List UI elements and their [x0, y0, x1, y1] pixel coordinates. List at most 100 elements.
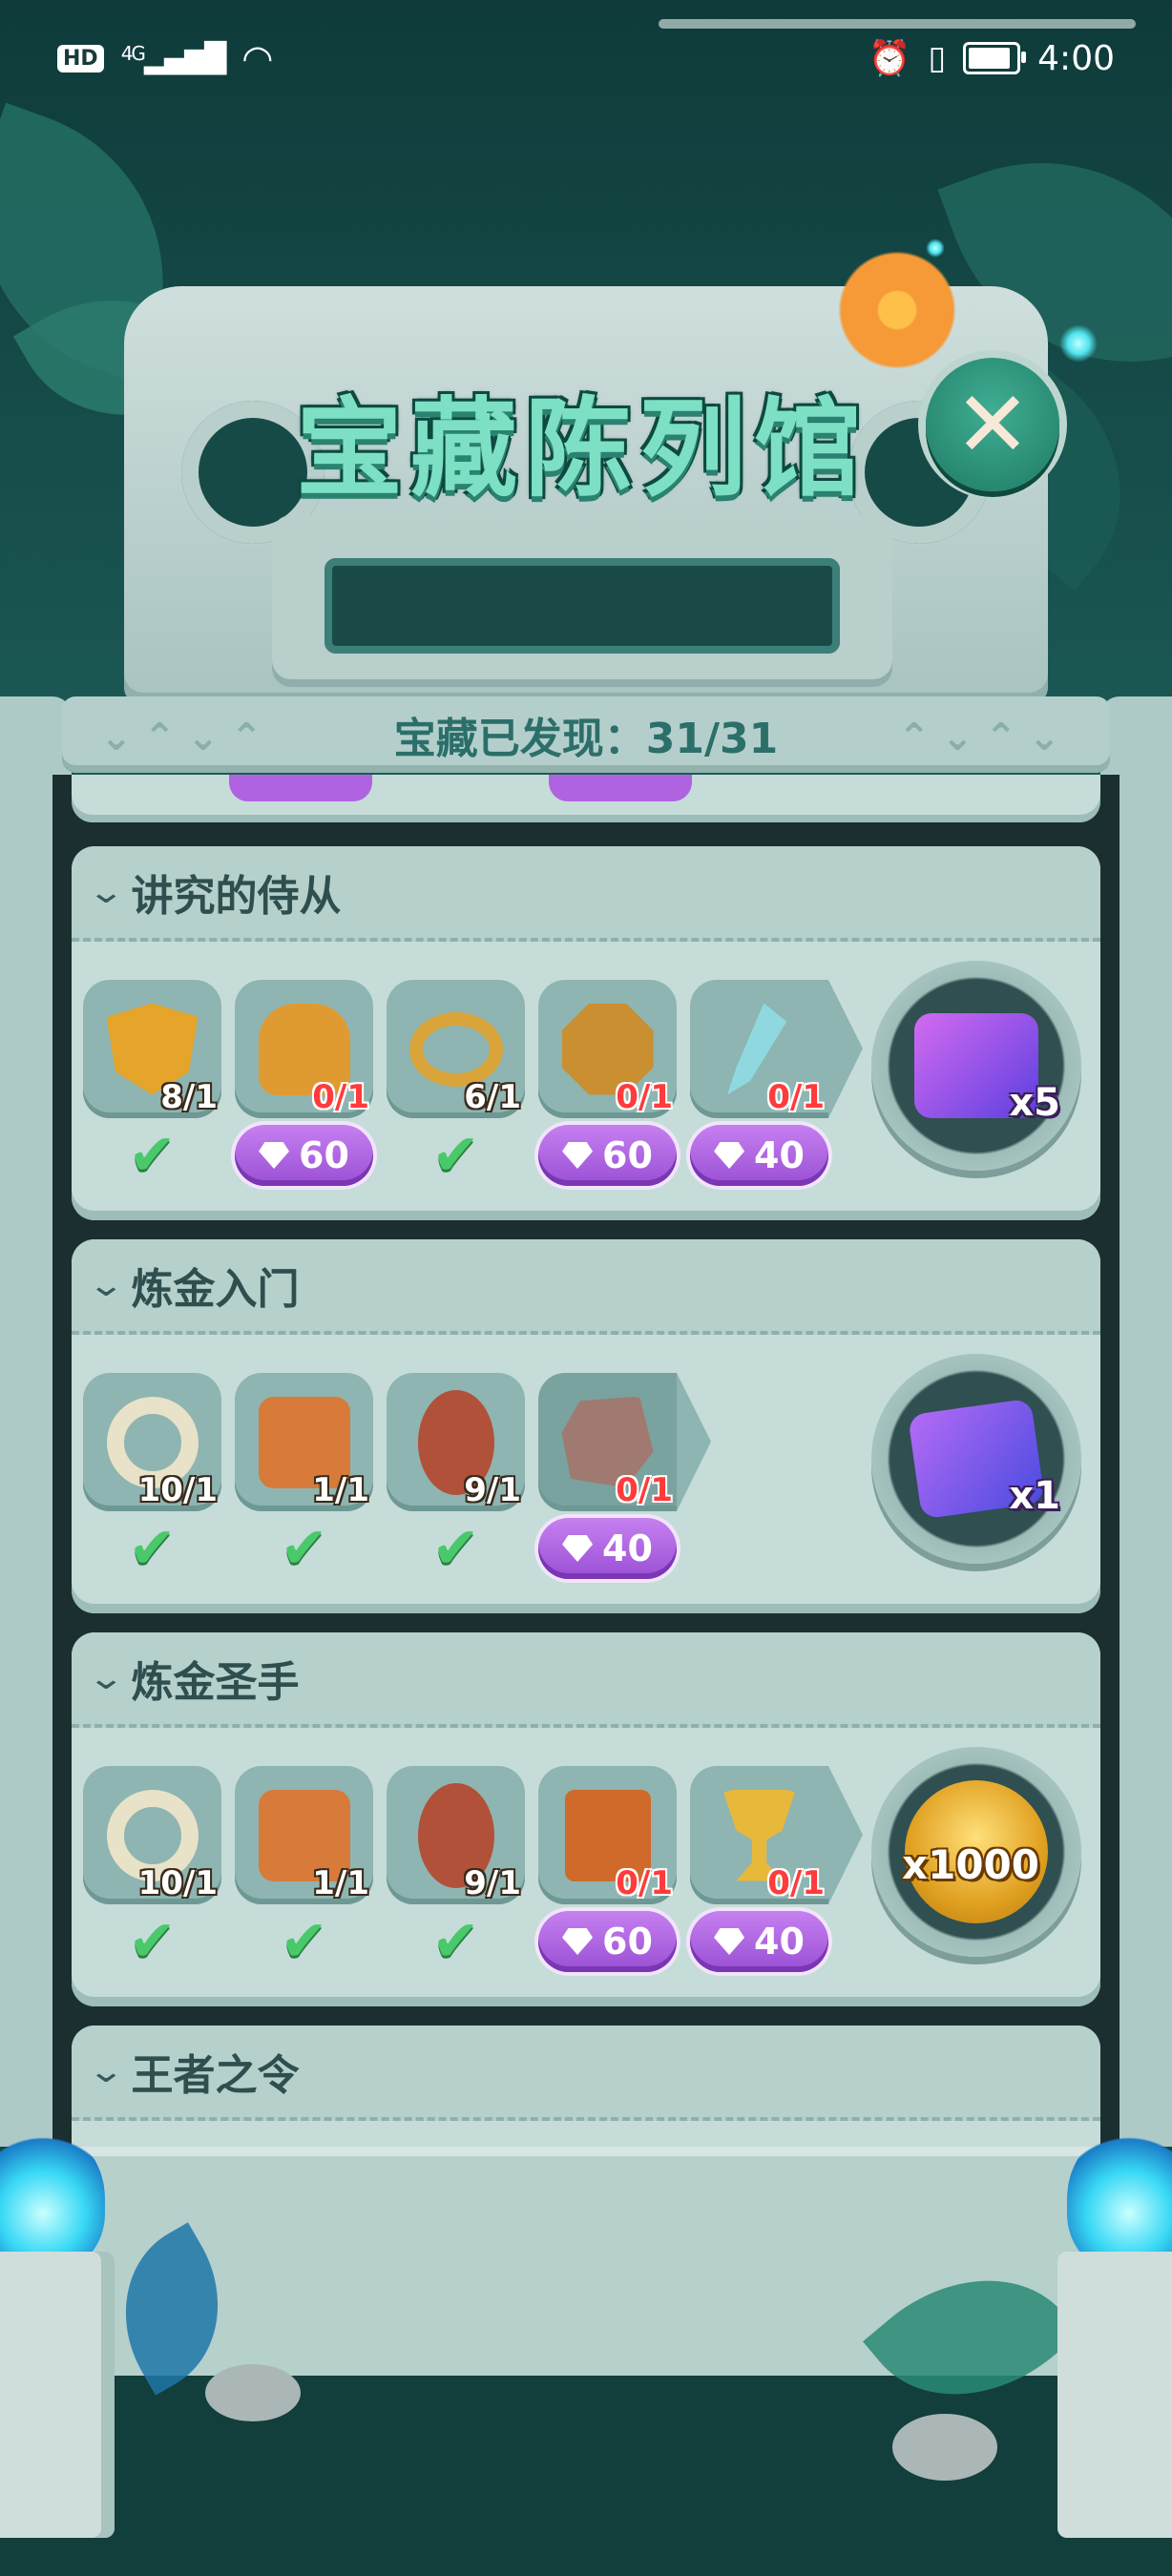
status-bar-left: HD 4G▂▄▆█ ◠ — [57, 37, 273, 79]
rock-decoration — [205, 2364, 301, 2421]
collection-card: ⌄ 炼金圣手 10/1 ✔ 1/1 ✔ 9/1 ✔ 0/1 60 0/1 40 — [72, 1632, 1100, 2006]
vibrate-icon: ▯ — [928, 39, 947, 77]
card-title: 讲究的侍从 — [131, 872, 342, 921]
chevron-decoration: ⌃⌄⌃⌄ — [897, 716, 1072, 759]
alarm-icon: ⏰ — [868, 39, 911, 78]
stone-pillar — [0, 2252, 115, 2538]
gem-icon — [562, 1142, 594, 1169]
stone-plaque — [272, 515, 892, 687]
item-count: 8/1 — [160, 1078, 218, 1116]
card-header[interactable]: ⌄ 炼金入门 — [72, 1239, 1100, 1335]
item-status: ✔ — [387, 1908, 525, 1975]
item-tile: 8/1 — [83, 980, 221, 1118]
reward-quantity: x5 — [1009, 1081, 1060, 1125]
item-count: 1/1 — [312, 1471, 369, 1509]
chevron-down-icon: ⌄ — [87, 873, 126, 911]
treasure-item[interactable]: 0/1 40 — [690, 1766, 863, 1975]
reward-quantity: x1000 — [902, 1841, 1039, 1888]
ground-decoration — [0, 2376, 1172, 2576]
section-reward[interactable]: x5 — [871, 961, 1081, 1171]
clock-time: 4:00 — [1037, 38, 1115, 78]
treasure-item[interactable]: 0/1 40 — [538, 1373, 711, 1582]
item-status: ✔ — [387, 1515, 525, 1582]
item-tile: 0/1 — [235, 980, 373, 1118]
item-status: ✔ — [83, 1908, 221, 1975]
gem-buy-button[interactable]: 60 — [538, 1125, 677, 1186]
item-status: ✔ — [235, 1908, 373, 1975]
close-button[interactable]: ✕ — [926, 358, 1059, 491]
item-count: 0/1 — [312, 1078, 369, 1116]
item-tile: 0/1 — [690, 1766, 863, 1904]
item-status: 60 — [538, 1122, 677, 1189]
item-status: ✔ — [83, 1122, 221, 1189]
treasure-item[interactable]: 0/1 40 — [690, 980, 863, 1189]
item-count: 0/1 — [767, 1078, 825, 1116]
gold-belt-icon — [408, 1011, 503, 1087]
item-tile: 10/1 — [83, 1373, 221, 1511]
item-tile: 1/1 — [235, 1373, 373, 1511]
item-count: 10/1 — [137, 1864, 218, 1902]
gem-price: 40 — [754, 1134, 805, 1176]
item-status: 60 — [538, 1908, 677, 1975]
page-title: 宝藏陈列馆 — [296, 387, 869, 511]
gem-price: 40 — [602, 1527, 653, 1569]
gem-icon — [714, 1142, 745, 1169]
blue-flame-icon — [1067, 2128, 1172, 2271]
plaque-slot — [324, 558, 840, 654]
gem-price: 60 — [602, 1134, 653, 1176]
collection-list[interactable]: ⌄ 讲究的侍从 8/1 ✔ 0/1 60 6/1 ✔ 0/1 60 0/1 40 — [52, 775, 1120, 2149]
gem-price: 40 — [754, 1921, 805, 1963]
network-type: 4G — [120, 41, 146, 65]
treasure-item[interactable]: 10/1 ✔ — [83, 1766, 221, 1975]
item-count: 0/1 — [616, 1471, 673, 1509]
item-tile: 10/1 — [83, 1766, 221, 1904]
treasure-item[interactable]: 0/1 60 — [235, 980, 373, 1189]
treasure-item[interactable]: 8/1 ✔ — [83, 980, 221, 1189]
gem-buy-button[interactable]: 60 — [235, 1125, 373, 1186]
collection-card: ⌄ 王者之令 — [72, 2025, 1100, 2149]
checkmark-icon: ✔ — [128, 1908, 177, 1975]
treasure-item[interactable]: 0/1 60 — [538, 1766, 677, 1975]
treasure-item[interactable]: 1/1 ✔ — [235, 1766, 373, 1975]
gem-buy-button[interactable]: 40 — [690, 1911, 828, 1972]
card-title: 炼金圣手 — [131, 1658, 300, 1707]
treasure-item[interactable]: 9/1 ✔ — [387, 1373, 525, 1582]
treasure-item[interactable]: 6/1 ✔ — [387, 980, 525, 1189]
checkmark-icon: ✔ — [431, 1122, 480, 1189]
section-reward[interactable]: x1000 — [871, 1747, 1081, 1957]
card-header[interactable]: ⌄ 王者之令 — [72, 2025, 1100, 2121]
gem-buy-button[interactable]: 60 — [538, 1911, 677, 1972]
treasure-item[interactable]: 9/1 ✔ — [387, 1766, 525, 1975]
gem-icon — [714, 1928, 745, 1955]
previous-card-tail — [72, 775, 1100, 822]
treasure-item[interactable]: 10/1 ✔ — [83, 1373, 221, 1582]
item-tile: 9/1 — [387, 1373, 525, 1511]
section-reward[interactable]: x1 — [871, 1354, 1081, 1564]
gem-price: 60 — [299, 1134, 349, 1176]
chevron-decoration: ⌄⌃⌄⌃ — [100, 716, 275, 759]
gem-button-partial — [229, 775, 372, 801]
stone-pillar — [1057, 2252, 1172, 2538]
item-count: 1/1 — [312, 1864, 369, 1902]
item-tile: 9/1 — [387, 1766, 525, 1904]
gem-buy-button[interactable]: 40 — [690, 1125, 828, 1186]
treasure-item[interactable]: 0/1 60 — [538, 980, 677, 1189]
item-count: 9/1 — [464, 1471, 521, 1509]
items-row: 10/1 ✔ 1/1 ✔ 9/1 ✔ 0/1 40 — [83, 1373, 711, 1582]
gem-buy-button[interactable]: 40 — [538, 1518, 677, 1579]
item-tile: 0/1 — [538, 980, 677, 1118]
rock-decoration — [892, 2414, 997, 2481]
close-icon: ✕ — [953, 371, 1032, 478]
item-count: 6/1 — [464, 1078, 521, 1116]
signal-icon: 4G▂▄▆█ — [120, 41, 227, 75]
treasure-item[interactable]: 1/1 ✔ — [235, 1373, 373, 1582]
item-tile: 0/1 — [538, 1373, 711, 1511]
card-header[interactable]: ⌄ 讲究的侍从 — [72, 846, 1100, 942]
checkmark-icon: ✔ — [431, 1515, 480, 1582]
items-row: 8/1 ✔ 0/1 60 6/1 ✔ 0/1 60 0/1 40 — [83, 980, 863, 1189]
item-tile: 0/1 — [538, 1766, 677, 1904]
card-header[interactable]: ⌄ 炼金圣手 — [72, 1632, 1100, 1728]
checkmark-icon: ✔ — [280, 1515, 328, 1582]
item-count: 0/1 — [767, 1864, 825, 1902]
gem-button-partial — [549, 775, 692, 801]
